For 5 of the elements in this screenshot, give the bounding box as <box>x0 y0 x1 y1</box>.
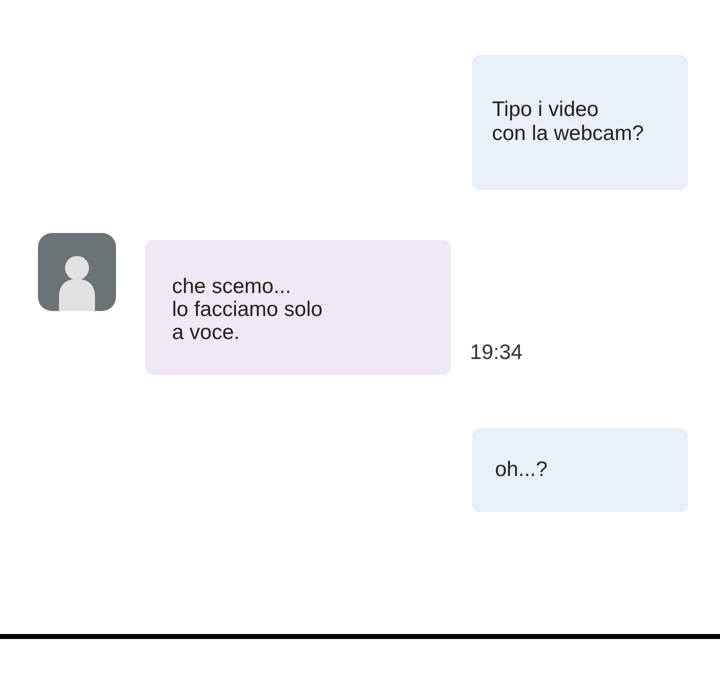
message-time: 19:34 <box>470 340 523 366</box>
avatar-icon <box>38 233 116 311</box>
message-bubble: Tipo i video con la webcam? <box>472 55 688 190</box>
message-bubble: che scemo... lo facciamo solo a voce. <box>145 240 451 375</box>
message-bubble: oh...? <box>472 428 688 512</box>
